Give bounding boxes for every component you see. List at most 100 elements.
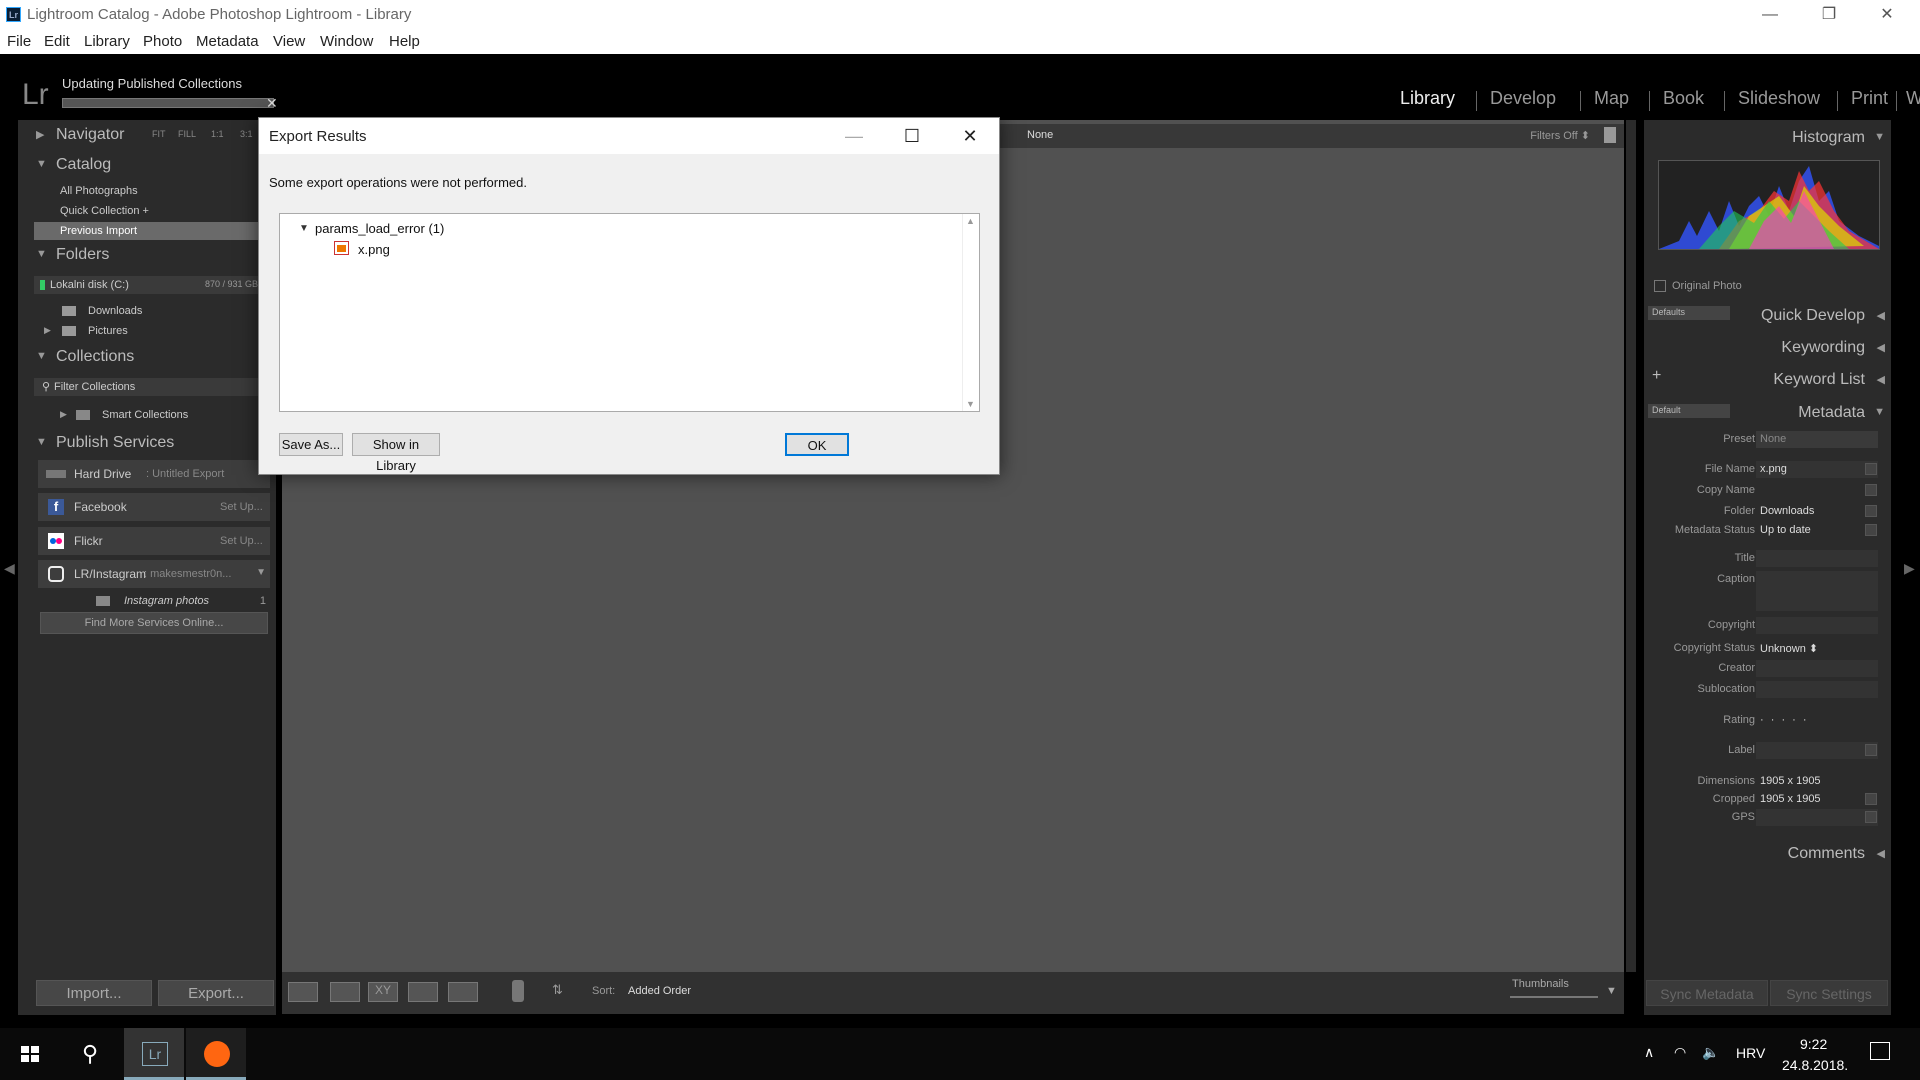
publish-lr-instagram[interactable]: LR/Instagram : makesmestr0n... ▼ (38, 560, 270, 588)
error-file-item[interactable]: x.png (358, 242, 390, 257)
import-button[interactable]: Import... (36, 980, 152, 1006)
edit-icon[interactable] (1865, 484, 1877, 496)
histogram-display[interactable] (1658, 160, 1880, 250)
module-slideshow[interactable]: Slideshow (1738, 88, 1820, 109)
catalog-all-photographs[interactable]: All Photographs 28 (34, 182, 276, 200)
status-icon[interactable] (1865, 524, 1877, 536)
menu-metadata[interactable]: Metadata (196, 33, 259, 50)
zoom-1-1[interactable]: 1:1 (211, 129, 224, 139)
expand-triangle-icon[interactable]: ▶ (44, 325, 51, 336)
chevron-down-icon[interactable]: ▼ (256, 567, 266, 578)
survey-view-icon[interactable] (408, 982, 438, 1002)
collections-header[interactable]: ▼ Collections (18, 344, 276, 371)
copyright-field[interactable] (1756, 617, 1878, 634)
keywording-header[interactable]: Keywording ◀ (1644, 334, 1891, 362)
catalog-previous-import[interactable]: Previous Import (34, 222, 276, 240)
taskbar-firefox[interactable] (186, 1028, 246, 1080)
language-indicator[interactable]: HRV (1736, 1045, 1765, 1061)
grid-scrollbar[interactable] (1626, 120, 1636, 972)
sublocation-field[interactable] (1756, 681, 1878, 698)
thumbnail-size-slider[interactable] (1510, 996, 1598, 998)
zoom-fill[interactable]: FILL (178, 129, 196, 139)
metadata-header[interactable]: Metadata ▼ (1644, 399, 1891, 427)
people-view-icon[interactable] (448, 982, 478, 1002)
sync-settings-button[interactable]: Sync Settings (1770, 980, 1888, 1006)
save-as-button[interactable]: Save As... (279, 433, 343, 456)
export-results-tree[interactable]: ▼ params_load_error (1) x.png ▲ ▼ (279, 213, 980, 412)
original-photo-checkbox[interactable] (1654, 280, 1666, 292)
title-field[interactable] (1756, 550, 1878, 567)
close-button[interactable]: ✕ (1864, 0, 1910, 30)
module-print[interactable]: Print (1851, 88, 1888, 109)
menu-edit[interactable]: Edit (44, 33, 70, 50)
expand-triangle-icon[interactable]: ▼ (299, 223, 309, 234)
gps-icon[interactable] (1865, 811, 1877, 823)
sync-metadata-button[interactable]: Sync Metadata (1646, 980, 1768, 1006)
painter-spray-icon[interactable] (512, 980, 524, 1002)
cancel-activity-icon[interactable]: ✕ (266, 95, 278, 112)
quick-develop-header[interactable]: Quick Develop ◀ (1644, 302, 1891, 330)
search-icon[interactable]: ⚲ (60, 1028, 120, 1080)
zoom-3-1[interactable]: 3:1 (240, 129, 253, 139)
zoom-fit[interactable]: FIT (152, 129, 166, 139)
catalog-header[interactable]: ▼ Catalog (18, 152, 276, 179)
publish-facebook[interactable]: f Facebook Set Up... (38, 493, 270, 521)
smart-collections[interactable]: ▶ Smart Collections (34, 406, 276, 424)
right-panel-toggle-icon[interactable]: ▶ (1904, 560, 1915, 577)
error-group-item[interactable]: params_load_error (1) (315, 221, 444, 236)
volume-icon[interactable]: 🔈 (1702, 1044, 1719, 1061)
catalog-quick-collection[interactable]: Quick Collection + (34, 202, 276, 220)
compare-view-icon[interactable]: XY (368, 982, 398, 1002)
module-web[interactable]: Web (1906, 88, 1920, 109)
gps-field[interactable] (1756, 809, 1878, 826)
clock-time[interactable]: 9:22 (1800, 1036, 1827, 1052)
filters-off-dropdown[interactable]: Filters Off ⬍ (1530, 129, 1590, 142)
copyright-status-dropdown[interactable]: Unknown ⬍ (1760, 642, 1818, 655)
dialog-minimize-button[interactable]: — (825, 118, 883, 154)
tree-scrollbar[interactable]: ▲ ▼ (962, 214, 979, 411)
left-panel-toggle-icon[interactable]: ◀ (4, 560, 15, 577)
menu-window[interactable]: Window (320, 33, 373, 50)
caption-field[interactable] (1756, 571, 1878, 611)
export-button[interactable]: Export... (158, 980, 274, 1006)
filter-collections-input[interactable]: ⚲ Filter Collections (34, 378, 276, 396)
toolbar-menu-icon[interactable]: ▼ (1606, 985, 1617, 997)
dialog-maximize-button[interactable]: ☐ (883, 118, 941, 154)
clock-date[interactable]: 24.8.2018. (1782, 1057, 1848, 1073)
sort-direction-icon[interactable]: ⇅ (552, 982, 563, 998)
menu-file[interactable]: File (7, 33, 31, 50)
go-to-folder-icon[interactable] (1865, 505, 1877, 517)
publish-services-header[interactable]: ▼ Publish Services (18, 430, 276, 457)
ok-button[interactable]: OK (785, 433, 849, 456)
module-library[interactable]: Library (1400, 88, 1455, 109)
find-more-services-button[interactable]: Find More Services Online... (40, 612, 268, 634)
module-develop[interactable]: Develop (1490, 88, 1556, 109)
show-hidden-icons-icon[interactable]: ∧ (1644, 1044, 1654, 1061)
publish-hard-drive[interactable]: Hard Drive : Untitled Export (38, 460, 270, 488)
loupe-view-icon[interactable] (330, 982, 360, 1002)
instagram-photos-collection[interactable]: Instagram photos 1 (34, 592, 276, 610)
volume-row[interactable]: Lokalni disk (C:) 870 / 931 GB (34, 276, 276, 294)
menu-library[interactable]: Library (84, 33, 130, 50)
folders-header[interactable]: ▼ Folders (18, 242, 276, 269)
histogram-header[interactable]: Histogram ▼ (1644, 124, 1891, 152)
label-field[interactable] (1756, 742, 1878, 759)
creator-field[interactable] (1756, 660, 1878, 677)
sort-dropdown[interactable]: Added Order (628, 985, 691, 997)
restore-button[interactable]: ❐ (1806, 0, 1852, 30)
filter-none[interactable]: None (1027, 129, 1053, 141)
comments-header[interactable]: Comments ◀ (1644, 840, 1891, 868)
taskbar-lightroom[interactable]: Lr (124, 1028, 184, 1080)
module-map[interactable]: Map (1594, 88, 1629, 109)
menu-help[interactable]: Help (389, 33, 420, 50)
navigator-header[interactable]: ▶ Navigator FIT FILL 1:1 3:1 (18, 122, 276, 149)
keyword-list-header[interactable]: Keyword List ◀ (1644, 366, 1891, 394)
network-icon[interactable]: ◠ (1674, 1044, 1686, 1061)
edit-icon[interactable] (1865, 463, 1877, 475)
folder-downloads[interactable]: Downloads (34, 302, 276, 320)
folder-pictures[interactable]: ▶ Pictures 28 (34, 322, 276, 340)
minimize-button[interactable]: — (1747, 0, 1793, 30)
rating-stars[interactable]: · · · · · (1760, 714, 1809, 726)
publish-flickr[interactable]: Flickr Set Up... (38, 527, 270, 555)
crop-icon[interactable] (1865, 793, 1877, 805)
